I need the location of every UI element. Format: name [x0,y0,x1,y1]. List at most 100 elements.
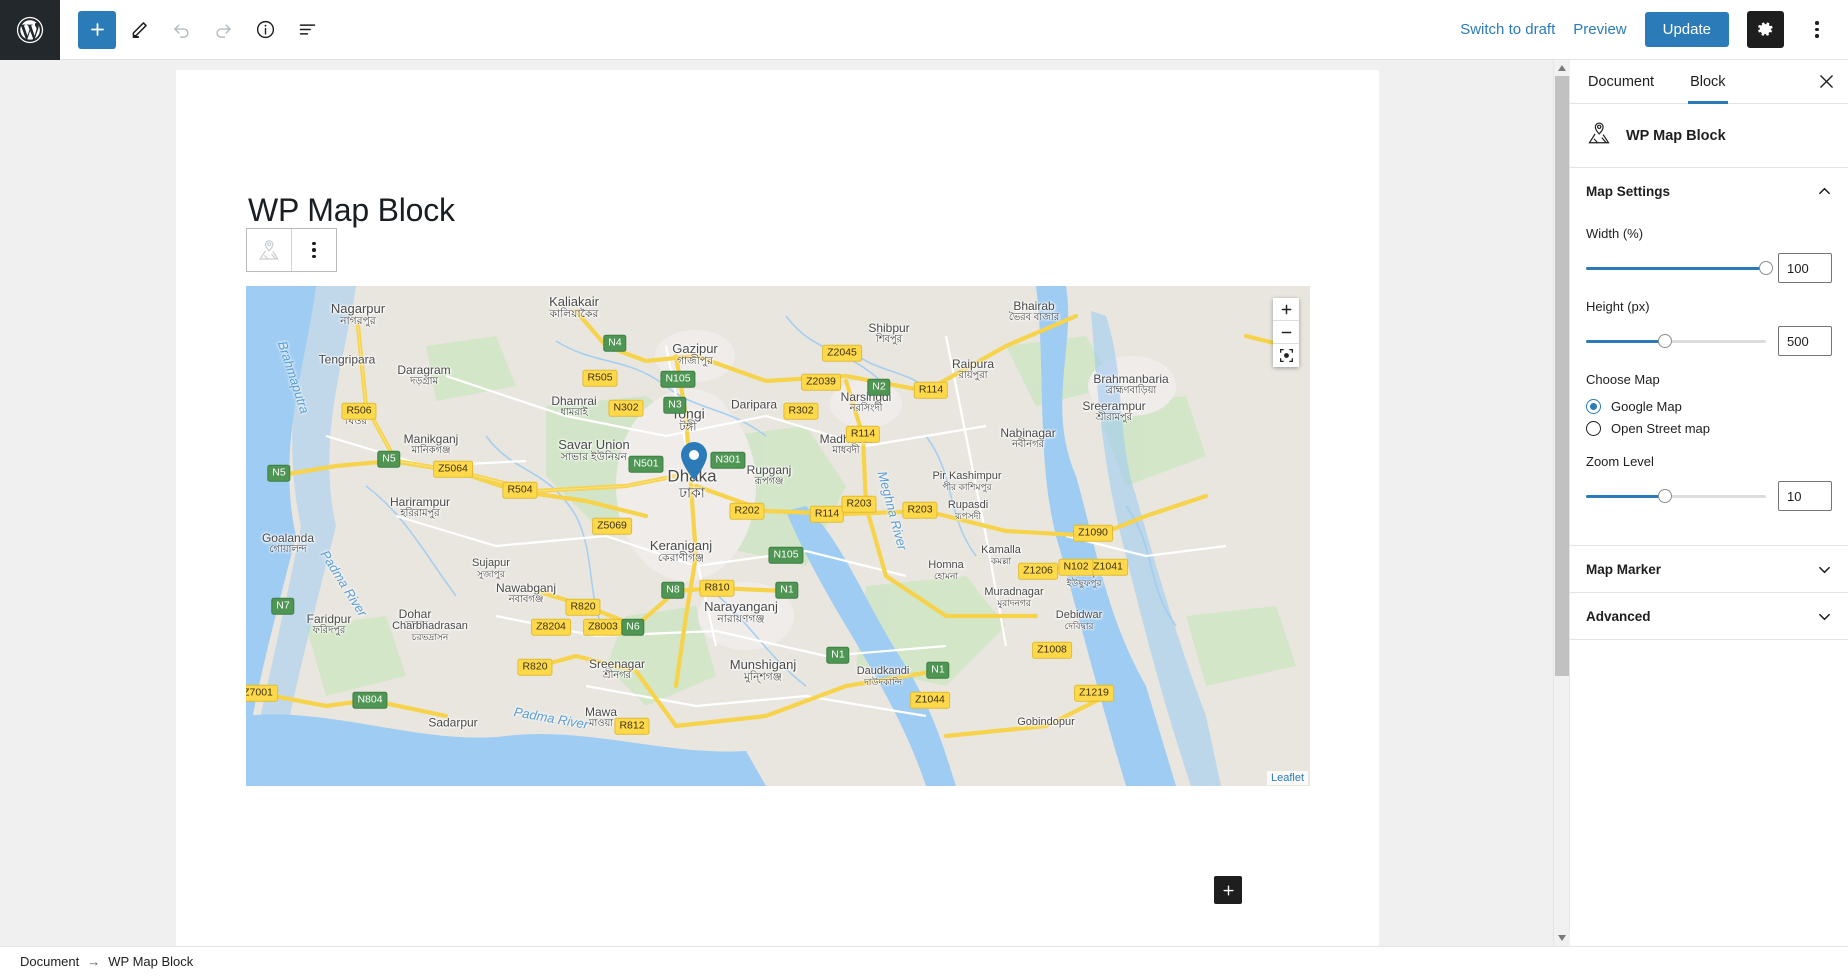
scrollbar-thumb[interactable] [1555,76,1569,676]
add-block-button[interactable] [78,10,116,49]
block-card: WP Map Block [1570,104,1848,168]
radio-google-map[interactable]: Google Map [1586,399,1832,414]
route-shield: R114 [845,425,881,443]
switch-to-draft-button[interactable]: Switch to draft [1460,21,1555,38]
block-more-options-icon[interactable] [292,229,336,271]
route-shield: N102 [1058,558,1094,576]
wordpress-logo-icon[interactable] [0,0,60,60]
editor-canvas: WP Map Block Nagarpur নাগরপুর Kaliakair … [0,60,1553,946]
route-shield: Z8003 [583,618,623,636]
redo-button[interactable] [204,11,242,49]
panel-title: Map Settings [1586,183,1671,199]
leaflet-attribution-link[interactable]: Leaflet [1266,771,1308,785]
chevron-down-icon [1817,562,1832,577]
route-shield: N804 [352,691,388,709]
route-shield: R812 [614,717,650,735]
radio-indicator[interactable] [1586,421,1601,436]
route-shield: N105 [768,546,804,564]
update-button[interactable]: Update [1644,12,1729,47]
route-shield: R820 [517,658,553,676]
zoom-out-button[interactable] [1273,321,1299,344]
panel-map-settings: Map Settings Width (%) Height (px) [1570,168,1848,546]
details-info-button[interactable] [246,11,284,49]
block-toolbar [246,228,337,272]
panel-title: Advanced [1586,608,1651,624]
route-shield: N3 [663,396,687,414]
route-shield: Z1044 [910,691,950,709]
panel-advanced: Advanced [1570,593,1848,640]
route-shield: N105 [660,370,696,388]
route-shield: R114 [809,505,845,523]
route-shield: R114 [913,381,949,399]
route-shield: N8 [661,581,685,599]
route-shield: Z7001 [246,684,278,702]
slider-thumb[interactable] [1658,489,1673,503]
preview-button[interactable]: Preview [1573,21,1626,38]
canvas-scrollbar[interactable] [1553,60,1570,946]
radio-open-street-map[interactable]: Open Street map [1586,421,1832,436]
status-bar: Document → WP Map Block [0,946,1848,976]
breadcrumb-block[interactable]: WP Map Block [108,954,193,969]
chevron-down-icon [1817,609,1832,624]
height-control-row [1586,326,1832,356]
wp-map-block[interactable]: Nagarpur নাগরপুর Kaliakair কালিয়াকৈর Shibpu… [246,286,1310,786]
gear-icon[interactable] [1747,11,1784,48]
map-zoom-controls [1273,298,1299,367]
route-shield: Z1041 [1088,558,1128,576]
panel-map-marker-header[interactable]: Map Marker [1570,546,1848,592]
width-input[interactable] [1778,253,1832,283]
height-slider[interactable] [1586,332,1766,350]
route-shield: Z8204 [531,618,571,636]
tab-document[interactable]: Document [1570,60,1672,103]
zoom-level-control-row [1586,481,1832,511]
route-shield: N1 [826,646,850,664]
route-shield: R505 [582,369,618,387]
post-sheet: WP Map Block Nagarpur নাগরপুর Kaliakair … [176,70,1379,946]
slider-thumb[interactable] [1759,261,1773,275]
radio-label: Open Street map [1611,421,1710,436]
slider-fill [1586,339,1666,343]
panel-map-settings-header[interactable]: Map Settings [1570,168,1848,214]
zoom-in-button[interactable] [1273,298,1299,321]
tab-block[interactable]: Block [1672,60,1743,104]
height-input[interactable] [1778,326,1832,356]
width-slider[interactable] [1586,259,1773,277]
route-shield: N2 [867,378,891,396]
radio-indicator[interactable] [1586,399,1601,414]
chevron-up-icon [1817,184,1832,199]
slider-fill [1586,266,1766,270]
route-shield: R820 [565,598,601,616]
vertical-ellipsis-icon[interactable] [1802,11,1832,49]
route-shield: N7 [271,597,295,615]
route-shield: N302 [608,399,644,417]
zoom-level-slider[interactable] [1586,487,1766,505]
route-shield: Z1206 [1018,562,1058,580]
fullscreen-icon[interactable] [1273,344,1299,367]
breadcrumb-document[interactable]: Document [20,954,79,969]
route-shield: R203 [841,495,877,513]
map-pin-icon [1586,120,1612,151]
breadcrumb-separator: → [87,954,101,969]
route-shield: Z1090 [1073,524,1113,542]
panel-map-settings-body: Width (%) Height (px) Choose Map [1570,214,1848,545]
map-marker-pin[interactable] [681,442,707,480]
add-block-appender-button[interactable] [1214,876,1242,904]
zoom-level-input[interactable] [1778,481,1832,511]
scroll-down-arrow-icon[interactable] [1554,930,1570,946]
route-shield: Z1219 [1074,684,1114,702]
panel-title: Map Marker [1586,561,1662,577]
edit-tool-button[interactable] [120,11,158,49]
height-label: Height (px) [1586,299,1650,314]
route-shield: Z2045 [822,344,862,362]
route-shield: R202 [729,502,765,520]
list-view-button[interactable] [288,11,326,49]
undo-button[interactable] [162,11,200,49]
page-title[interactable]: WP Map Block [248,192,1308,229]
panel-advanced-header[interactable]: Advanced [1570,593,1848,639]
scroll-up-arrow-icon[interactable] [1554,60,1570,76]
map-pin-icon[interactable] [247,229,291,271]
close-icon[interactable] [1804,60,1848,103]
editor-top-bar: Switch to draft Preview Update [0,0,1848,60]
width-control-row [1586,253,1832,283]
slider-thumb[interactable] [1658,334,1673,348]
